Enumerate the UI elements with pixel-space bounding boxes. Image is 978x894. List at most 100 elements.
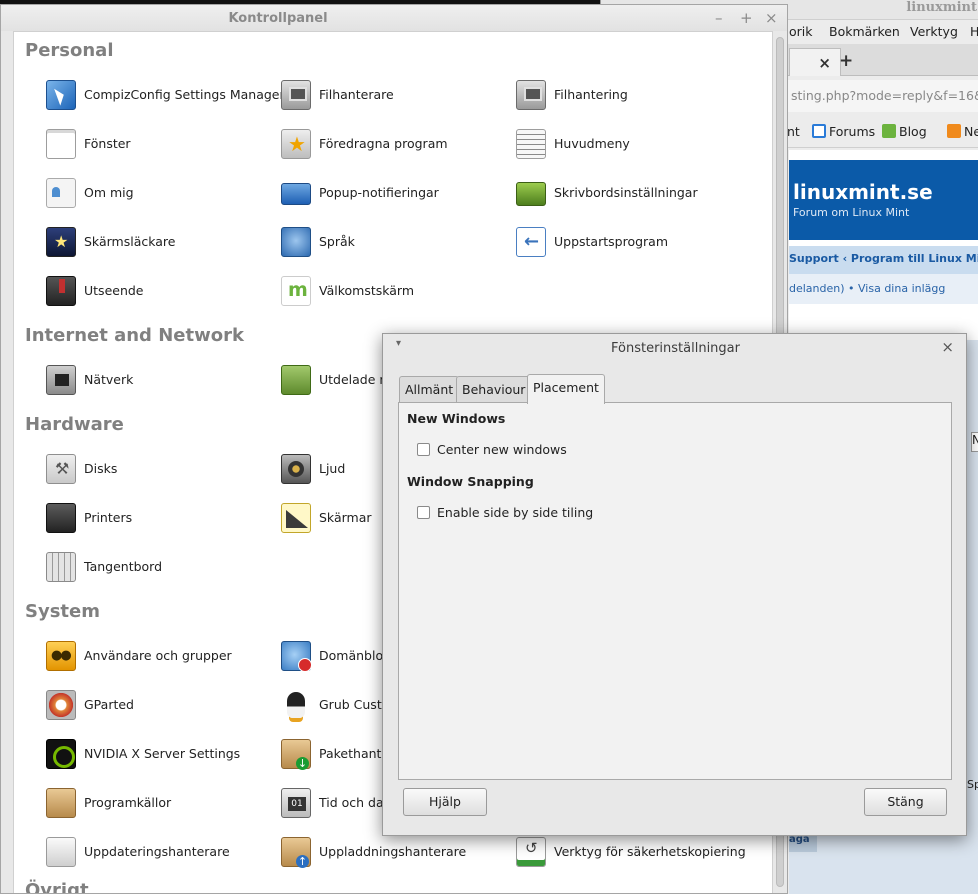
item-label: Uppstartsprogram <box>554 234 669 249</box>
section-personal: Personal <box>25 40 114 61</box>
window-icon <box>46 129 76 159</box>
group-window-snapping: Window Snapping <box>407 474 534 489</box>
checkbox-box[interactable] <box>417 506 430 519</box>
section-other: Övrigt <box>25 880 89 894</box>
displays-icon <box>281 503 311 533</box>
item-label: Skärmsläckare <box>84 234 176 249</box>
software-sources-icon <box>46 788 76 818</box>
popup-notifications-icon <box>281 183 311 205</box>
domain-blocker-icon <box>281 641 312 672</box>
item-label: Användare och grupper <box>84 648 232 663</box>
printer-icon <box>46 503 76 533</box>
menu-history[interactable]: orik <box>789 24 813 39</box>
site-banner: linuxmint.se Forum om Linux Mint <box>789 160 978 240</box>
compiz-icon <box>46 80 76 110</box>
menu-bookmarks[interactable]: Bokmärken <box>829 24 900 39</box>
section-hardware: Hardware <box>25 414 124 435</box>
item-label: Filhantering <box>554 87 628 102</box>
sound-icon <box>281 454 311 484</box>
item-label: CompizConfig Settings Manager <box>84 87 285 102</box>
breadcrumb[interactable]: Support ‹ Program till Linux Mint <box>789 246 978 274</box>
bookmark-fragment[interactable]: nt <box>787 124 800 139</box>
close-dialog-button[interactable]: Stäng <box>864 788 947 816</box>
item-label: Språk <box>319 234 355 249</box>
window-settings-dialog: ▾ Fönsterinställningar × Allmänt Behavio… <box>382 333 967 836</box>
screensaver-icon <box>46 227 76 257</box>
item-label: Utseende <box>84 283 144 298</box>
tab-placement[interactable]: Placement <box>527 374 605 404</box>
close-button[interactable]: × <box>765 9 778 27</box>
help-button[interactable]: Hjälp <box>403 788 487 816</box>
bookmark-news[interactable]: Ne <box>947 124 978 139</box>
item-label: Domänbloc <box>319 648 390 663</box>
item-label: Filhanterare <box>319 87 394 102</box>
tab-allmant[interactable]: Allmänt <box>399 376 460 403</box>
bookmark-blog-label: Blog <box>899 124 927 139</box>
item-label: Föredragna program <box>319 136 448 151</box>
backup-tool-icon <box>516 837 546 867</box>
item-label: Programkällor <box>84 795 172 810</box>
button-fragment[interactable]: Sp <box>967 778 978 791</box>
users-groups-icon <box>46 641 76 671</box>
item-label: GParted <box>84 697 134 712</box>
file-management-icon <box>516 80 546 110</box>
disks-icon <box>46 454 76 484</box>
gparted-icon <box>46 690 76 720</box>
site-name[interactable]: linuxmint.se <box>793 180 933 204</box>
bookmark-forums-label: Forums <box>829 124 876 139</box>
group-new-windows: New Windows <box>407 411 506 426</box>
site-subtitle: Forum om Linux Mint <box>793 206 910 219</box>
shared-folders-icon <box>281 365 311 395</box>
grub-customizer-icon <box>281 690 311 720</box>
bookmark-news-label: Ne <box>964 124 978 139</box>
control-panel-titlebar[interactable]: Kontrollpanel – + × <box>1 5 787 31</box>
maximize-button[interactable]: + <box>740 9 753 27</box>
minimize-button[interactable]: – <box>715 9 723 27</box>
section-system: System <box>25 601 100 622</box>
tab-behaviour[interactable]: Behaviour <box>456 376 532 403</box>
file-manager-icon <box>281 80 311 110</box>
item-label: Uppladdningshanterare <box>319 844 467 859</box>
checkbox-box[interactable] <box>417 443 430 456</box>
startup-apps-icon <box>516 227 546 257</box>
rss-icon <box>947 124 961 138</box>
bookmark-forums[interactable]: Forums <box>812 124 875 139</box>
item-label: Fönster <box>84 136 131 151</box>
item-label: Tangentbord <box>84 559 163 574</box>
item-label: Skrivbordsinställningar <box>554 185 698 200</box>
checkbox-label[interactable]: Center new windows <box>437 442 567 457</box>
user-links[interactable]: delanden) • Visa dina inlägg <box>789 274 978 304</box>
keyboard-icon <box>46 552 76 582</box>
dialog-title: Fönsterinställningar <box>611 341 740 356</box>
url-text: sting.php?mode=reply&f=16&t=51 <box>791 88 978 103</box>
item-label: Skärmar <box>319 510 372 525</box>
desktop-settings-icon <box>516 182 546 206</box>
close-icon[interactable]: × <box>818 54 831 72</box>
date-time-icon <box>281 788 311 818</box>
new-tab-button[interactable]: + <box>839 51 853 71</box>
browser-tab[interactable]: × <box>789 48 841 76</box>
language-icon <box>281 227 311 257</box>
nvidia-icon <box>46 739 76 769</box>
about-me-icon <box>46 178 76 208</box>
item-label: Huvudmeny <box>554 136 630 151</box>
item-label: Välkomstskärm <box>319 283 415 298</box>
appearance-icon <box>46 276 76 306</box>
item-label: NVIDIA X Server Settings <box>84 746 241 761</box>
menu-tools[interactable]: Verktyg <box>910 24 958 39</box>
bookmark-blog[interactable]: Blog <box>882 124 927 139</box>
input-fragment[interactable]: N <box>971 432 978 452</box>
menu-help[interactable]: H <box>970 24 978 39</box>
forums-icon <box>812 124 826 138</box>
item-label: Grub Custo <box>319 697 390 712</box>
item-label: Printers <box>84 510 133 525</box>
dialog-close-button[interactable]: × <box>941 338 954 356</box>
upload-manager-icon <box>281 837 311 868</box>
item-label: Om mig <box>84 185 134 200</box>
browser-title: linuxmint <box>906 0 977 15</box>
window-title: Kontrollpanel <box>228 11 328 26</box>
item-label: Ljud <box>319 461 346 476</box>
checkbox-label[interactable]: Enable side by side tiling <box>437 505 593 520</box>
welcome-screen-icon <box>281 276 311 306</box>
item-label: Uppdateringshanterare <box>84 844 230 859</box>
